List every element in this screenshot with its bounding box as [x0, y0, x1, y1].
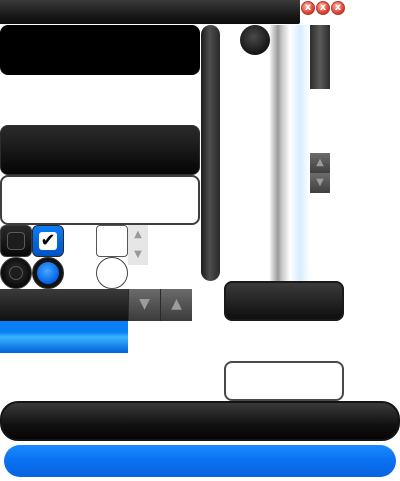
- vertical-highlight-track: [290, 25, 310, 281]
- combo-selected-item[interactable]: [0, 321, 128, 353]
- checkbox-box: [7, 232, 25, 250]
- radio-dot: [37, 262, 59, 284]
- spin-down-button[interactable]: ▼: [310, 173, 330, 193]
- checkbox-dark-unchecked[interactable]: [0, 225, 32, 257]
- combo-box[interactable]: [0, 289, 128, 321]
- vertical-slider-track[interactable]: [270, 25, 290, 281]
- radio-blue-selected[interactable]: [32, 257, 64, 289]
- window-minimize-button[interactable]: x: [301, 1, 315, 15]
- x-icon: x: [304, 2, 312, 13]
- progress-fill: [4, 445, 396, 477]
- checkmark-icon: ✔: [39, 230, 57, 251]
- chevron-up-icon: ▲: [171, 296, 182, 312]
- window-close-button[interactable]: x: [331, 1, 345, 15]
- radio-white[interactable]: [96, 257, 128, 289]
- spin-up-button[interactable]: ▲: [310, 153, 330, 173]
- vertical-scrollbar[interactable]: [201, 25, 220, 281]
- x-icon: x: [319, 2, 327, 13]
- progress-track: [0, 401, 400, 441]
- dark-textbox[interactable]: [0, 125, 200, 175]
- x-icon: x: [334, 2, 342, 13]
- radio-dark-unselected[interactable]: [0, 257, 32, 289]
- stepper-up-button[interactable]: ▲: [128, 225, 148, 245]
- radio-dot: [9, 266, 23, 280]
- chevron-up-icon: ▲: [316, 157, 324, 168]
- white-button[interactable]: [224, 361, 344, 401]
- dark-button[interactable]: [224, 281, 344, 321]
- stepper-down-button[interactable]: ▼: [128, 245, 148, 265]
- checkbox-white[interactable]: [96, 225, 128, 257]
- chevron-down-icon: ▼: [134, 249, 142, 260]
- checkbox-blue-checked[interactable]: ✔: [32, 225, 64, 257]
- white-textbox[interactable]: [0, 175, 200, 225]
- small-vertical-scrollbar[interactable]: [310, 25, 330, 89]
- dark-panel-top: [0, 25, 200, 75]
- title-bar: [0, 0, 300, 24]
- chevron-down-icon: ▼: [316, 177, 324, 188]
- chevron-down-icon: ▼: [139, 296, 150, 312]
- combo-up-button[interactable]: ▲: [160, 289, 192, 321]
- slider-knob[interactable]: [240, 25, 270, 55]
- chevron-up-icon: ▲: [134, 229, 142, 240]
- combo-down-button[interactable]: ▼: [128, 289, 160, 321]
- window-maximize-button[interactable]: x: [316, 1, 330, 15]
